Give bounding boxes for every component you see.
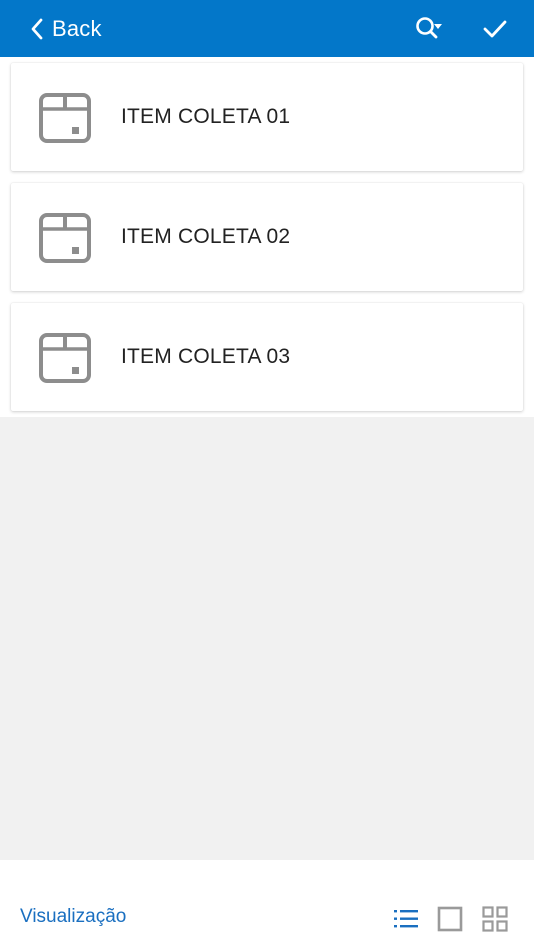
list-view-button[interactable]	[392, 905, 420, 933]
list-item[interactable]: ITEM COLETA 01	[11, 63, 523, 171]
chevron-left-icon	[31, 18, 43, 39]
list-item[interactable]: ITEM COLETA 03	[11, 303, 523, 411]
package-icon	[39, 93, 91, 143]
item-list: ITEM COLETA 01 ITEM COLETA 02 ITEM COLET…	[0, 57, 534, 417]
grid-view-button[interactable]	[481, 905, 509, 933]
list-item[interactable]: ITEM COLETA 02	[11, 183, 523, 291]
confirm-button[interactable]	[480, 14, 510, 44]
list-view-icon	[394, 910, 418, 928]
back-button[interactable]: Back	[30, 0, 102, 57]
back-label: Back	[52, 15, 102, 41]
view-mode-label[interactable]: Visualização	[20, 906, 126, 928]
package-icon	[39, 333, 91, 383]
single-card-view-icon	[437, 906, 463, 932]
top-app-bar: Back	[0, 0, 534, 57]
search-filter-button[interactable]	[413, 14, 443, 44]
item-label: ITEM COLETA 03	[121, 345, 291, 368]
bottom-toolbar: Visualização	[0, 860, 534, 950]
package-icon	[39, 213, 91, 263]
grid-view-icon	[482, 906, 508, 932]
checkmark-icon	[483, 20, 507, 38]
item-label: ITEM COLETA 02	[121, 225, 291, 248]
search-filter-icon	[416, 17, 442, 39]
item-label: ITEM COLETA 01	[121, 105, 291, 128]
single-card-view-button[interactable]	[436, 905, 464, 933]
